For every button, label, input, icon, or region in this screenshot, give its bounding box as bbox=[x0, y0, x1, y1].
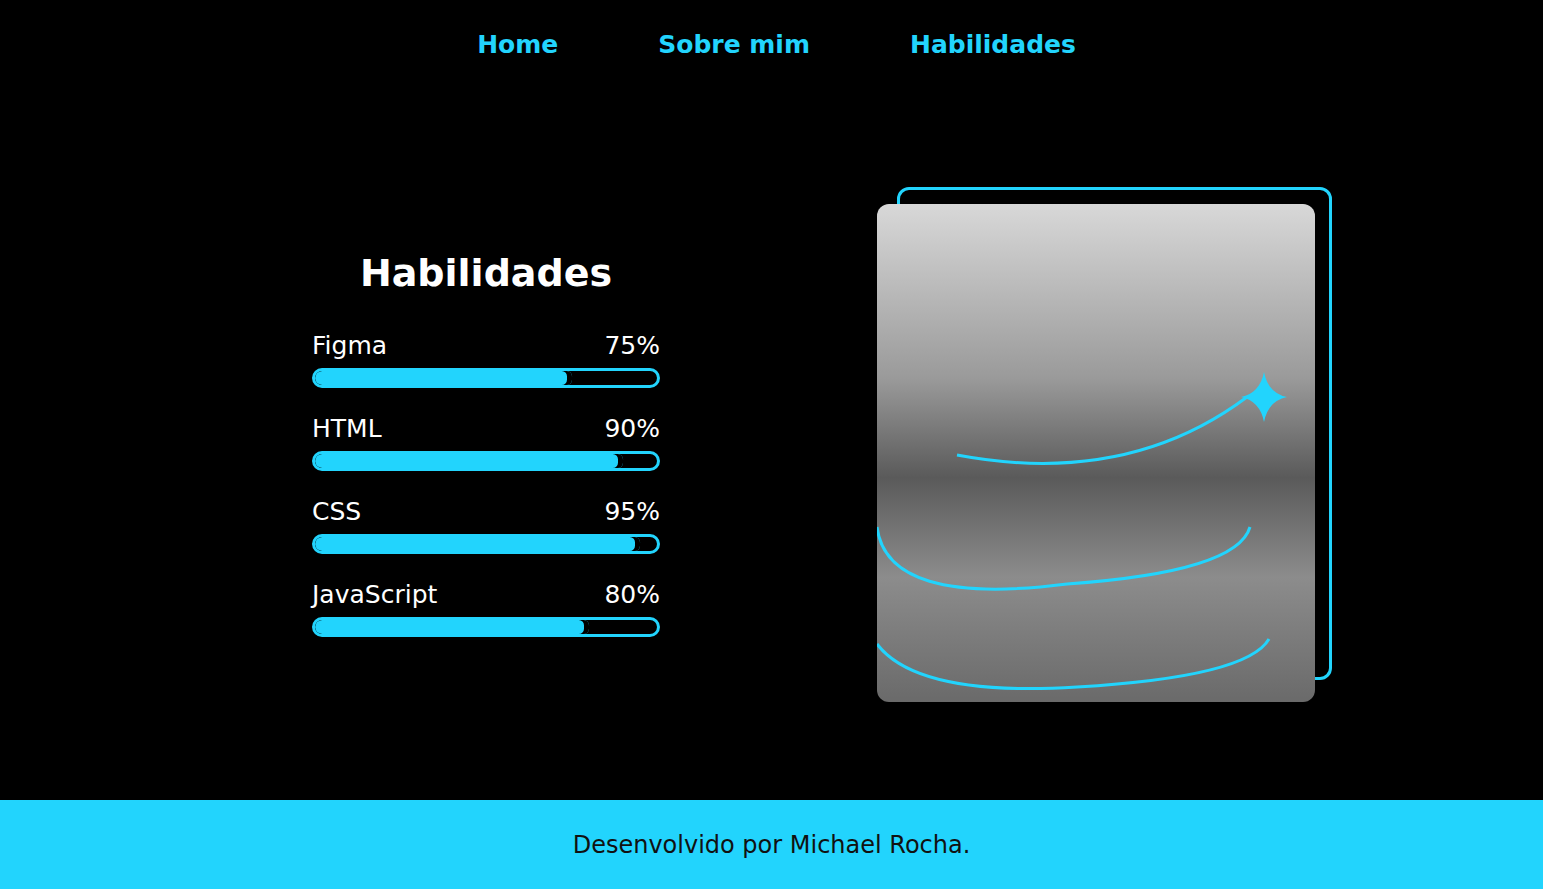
skill-bar bbox=[312, 368, 660, 388]
page: Home Sobre mim Habilidades Habilidades Figma… bbox=[0, 0, 1543, 889]
skill-row: HTML 90% bbox=[312, 414, 660, 471]
skill-name: JavaScript bbox=[312, 580, 437, 609]
photo-area bbox=[877, 187, 1332, 702]
skills-title: Habilidades bbox=[312, 251, 660, 295]
skill-name: CSS bbox=[312, 497, 361, 526]
footer: Desenvolvido por Michael Rocha. bbox=[0, 800, 1543, 889]
nav-bar: Home Sobre mim Habilidades bbox=[0, 0, 1543, 88]
skill-bar-fill bbox=[315, 371, 572, 385]
skill-percent: 80% bbox=[604, 580, 660, 609]
skills-panel: Habilidades Figma 75% HTML 90% CSS 95% JavaScri… bbox=[312, 251, 660, 637]
skill-percent: 90% bbox=[604, 414, 660, 443]
skill-row: Figma 75% bbox=[312, 331, 660, 388]
profile-photo bbox=[877, 204, 1315, 702]
skill-bar-fill bbox=[315, 537, 640, 551]
skill-row: CSS 95% bbox=[312, 497, 660, 554]
skill-row: JavaScript 80% bbox=[312, 580, 660, 637]
skill-bar bbox=[312, 534, 660, 554]
sparkle-icon bbox=[1241, 372, 1287, 422]
footer-text: Desenvolvido por Michael Rocha. bbox=[573, 831, 971, 859]
skill-percent: 75% bbox=[604, 331, 660, 360]
skill-percent: 95% bbox=[604, 497, 660, 526]
skill-bar-fill bbox=[315, 620, 589, 634]
skill-bar-fill bbox=[315, 454, 623, 468]
skill-name: HTML bbox=[312, 414, 382, 443]
skill-bar bbox=[312, 617, 660, 637]
skill-bar bbox=[312, 451, 660, 471]
skills-section: Habilidades Figma 75% HTML 90% CSS 95% JavaScri… bbox=[0, 88, 1543, 800]
nav-link[interactable]: Home bbox=[477, 30, 558, 59]
skill-name: Figma bbox=[312, 331, 387, 360]
orbit-lines-icon bbox=[877, 187, 1332, 702]
nav-link[interactable]: Sobre mim bbox=[658, 30, 810, 59]
nav-link[interactable]: Habilidades bbox=[910, 30, 1076, 59]
